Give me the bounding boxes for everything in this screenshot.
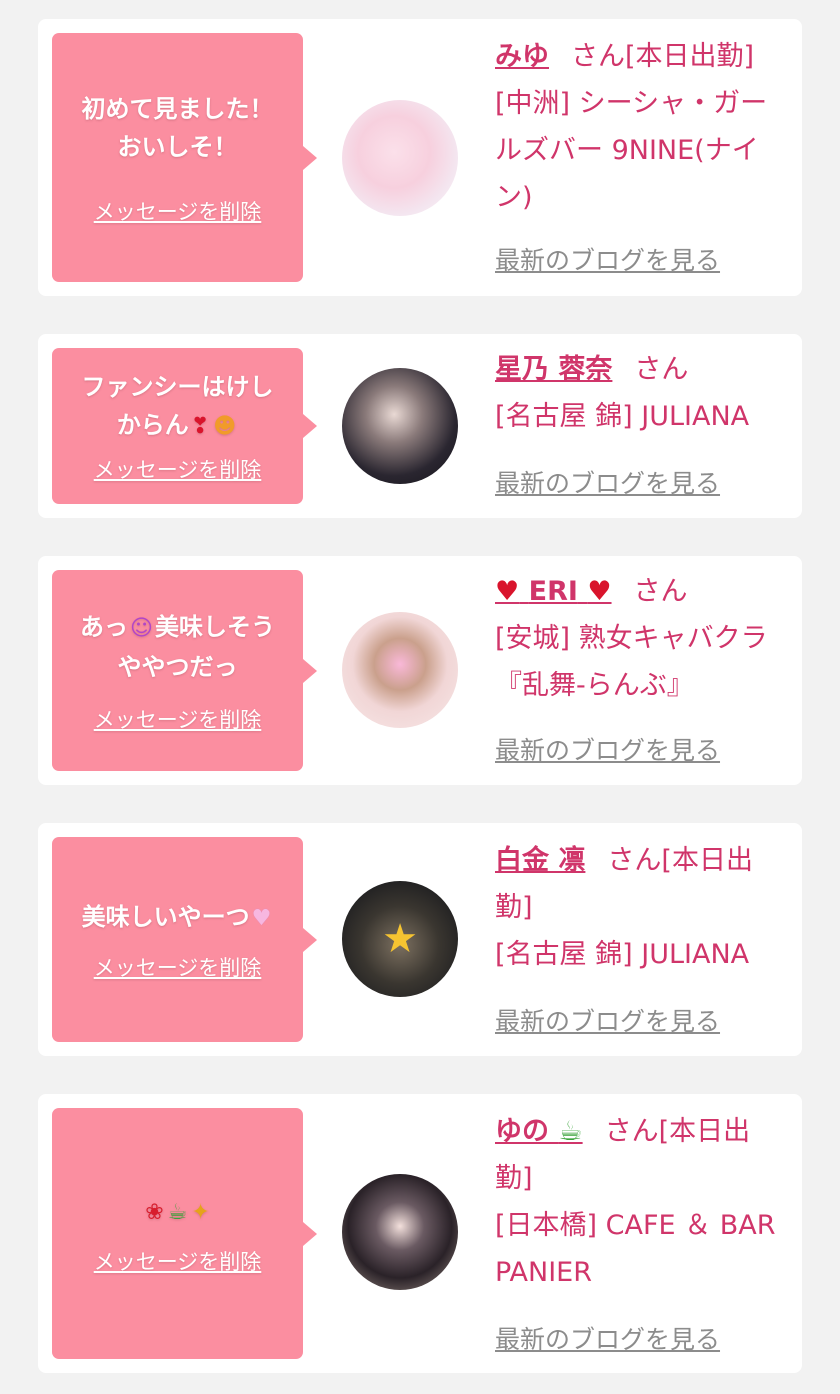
- kiss-face-icon: ☻: [213, 414, 237, 439]
- cast-info: 白金 凛さん[本日出勤] [名古屋 錦] JULIANA: [495, 837, 783, 978]
- shop-info: [名古屋 錦] JULIANA: [495, 939, 750, 970]
- avatar[interactable]: ★: [342, 881, 458, 997]
- avatar[interactable]: [342, 368, 458, 484]
- message-text: あっ☺美味しそう ややつだっ: [80, 612, 275, 681]
- latest-blog-link[interactable]: 最新のブログを見る: [495, 731, 720, 767]
- cast-name-link[interactable]: 星乃 蓉奈: [495, 354, 612, 385]
- latest-blog-link[interactable]: 最新のブログを見る: [495, 1002, 720, 1038]
- bubble-tea-icon: ☕: [558, 1116, 583, 1147]
- latest-blog-link[interactable]: 最新のブログを見る: [495, 1320, 720, 1356]
- shop-info: [日本橋] CAFE ＆ BAR PANIER: [495, 1210, 776, 1288]
- cast-info: 星乃 蓉奈 さん [名古屋 錦] JULIANA: [495, 346, 783, 440]
- heart-exclamation-icon: ❣: [190, 414, 210, 439]
- message-card: ファンシーはけし からん❣ ☻ メッセージを削除 星乃 蓉奈 さん [名古屋 錦] …: [38, 334, 802, 518]
- cast-name-link[interactable]: ゆの ☕: [495, 1116, 583, 1147]
- cast-name-link[interactable]: 白金 凛: [495, 845, 585, 876]
- pink-heart-icon: ♥: [251, 905, 272, 931]
- delete-message-link[interactable]: メッセージを削除: [94, 704, 262, 734]
- shop-info: [中洲] シーシャ・ガールズバー 9NINE(ナイン): [495, 88, 768, 213]
- sparkles-icon: ✦: [191, 1199, 210, 1225]
- avatar[interactable]: [342, 100, 458, 216]
- cast-info: みゆ さん[本日出勤] [中洲] シーシャ・ガールズバー 9NINE(ナイン): [495, 33, 783, 221]
- message-bubble: 美味しいやーつ♥ メッセージを削除: [52, 837, 317, 1042]
- delete-message-link[interactable]: メッセージを削除: [94, 196, 262, 226]
- cast-name-link[interactable]: みゆ: [495, 41, 549, 72]
- red-heart-icon: ♥: [587, 576, 612, 607]
- bubble-tea-icon: ☕: [167, 1199, 188, 1225]
- cast-info: ♥ ERI ♥ さん [安城] 熟女キャバクラ『乱舞-らんぶ』: [495, 568, 783, 709]
- message-bubble: ファンシーはけし からん❣ ☻ メッセージを削除: [52, 348, 317, 504]
- delete-message-link[interactable]: メッセージを削除: [94, 454, 262, 484]
- message-bubble: ❀ ☕ ✦ メッセージを削除: [52, 1108, 317, 1359]
- delete-message-link[interactable]: メッセージを削除: [94, 952, 262, 982]
- honorific: さん: [634, 354, 689, 385]
- avatar[interactable]: [342, 1174, 458, 1290]
- honorific: さん: [607, 845, 662, 876]
- latest-blog-link[interactable]: 最新のブログを見る: [495, 241, 720, 277]
- shop-info: [安城] 熟女キャバクラ『乱舞-らんぶ』: [495, 623, 768, 701]
- message-card: 初めて見ました！ おいしそ！ メッセージを削除 みゆ さん[本日出勤] [中洲] …: [38, 19, 802, 296]
- message-bubble: 初めて見ました！ おいしそ！ メッセージを削除: [52, 33, 317, 282]
- ribbon-icon: ❀: [145, 1199, 164, 1225]
- shop-info: [名古屋 錦] JULIANA: [495, 401, 750, 432]
- honorific: さん: [571, 41, 625, 72]
- status-text: [本日出勤]: [625, 41, 755, 72]
- avatar[interactable]: [342, 612, 458, 728]
- message-text: 美味しいやーつ♥: [81, 902, 272, 931]
- message-bubble: あっ☺美味しそう ややつだっ メッセージを削除: [52, 570, 317, 771]
- message-text: ファンシーはけし からん❣ ☻: [81, 373, 274, 439]
- smiling-devil-icon: ☺: [130, 615, 153, 641]
- latest-blog-link[interactable]: 最新のブログを見る: [495, 464, 720, 500]
- star-icon: ★: [382, 916, 418, 962]
- message-card: ❀ ☕ ✦ メッセージを削除 ゆの ☕ さん[本日出勤] [日本橋] CAFE ＆ B…: [38, 1094, 802, 1373]
- red-heart-icon: ♥: [495, 576, 520, 607]
- honorific: さん: [604, 1116, 659, 1147]
- message-text: 初めて見ました！ おいしそ！: [81, 94, 274, 161]
- honorific: さん: [633, 576, 688, 607]
- message-card: 美味しいやーつ♥ メッセージを削除 ★ 白金 凛さん[本日出勤] [名古屋 錦]…: [38, 823, 802, 1056]
- cast-info: ゆの ☕ さん[本日出勤] [日本橋] CAFE ＆ BAR PANIER: [495, 1108, 783, 1296]
- message-text: ❀ ☕ ✦: [143, 1192, 212, 1232]
- delete-message-link[interactable]: メッセージを削除: [94, 1246, 262, 1276]
- message-card: あっ☺美味しそう ややつだっ メッセージを削除 ♥ ERI ♥ さん [安城] 熟…: [38, 556, 802, 785]
- cast-name-link[interactable]: ♥ ERI ♥: [495, 576, 612, 607]
